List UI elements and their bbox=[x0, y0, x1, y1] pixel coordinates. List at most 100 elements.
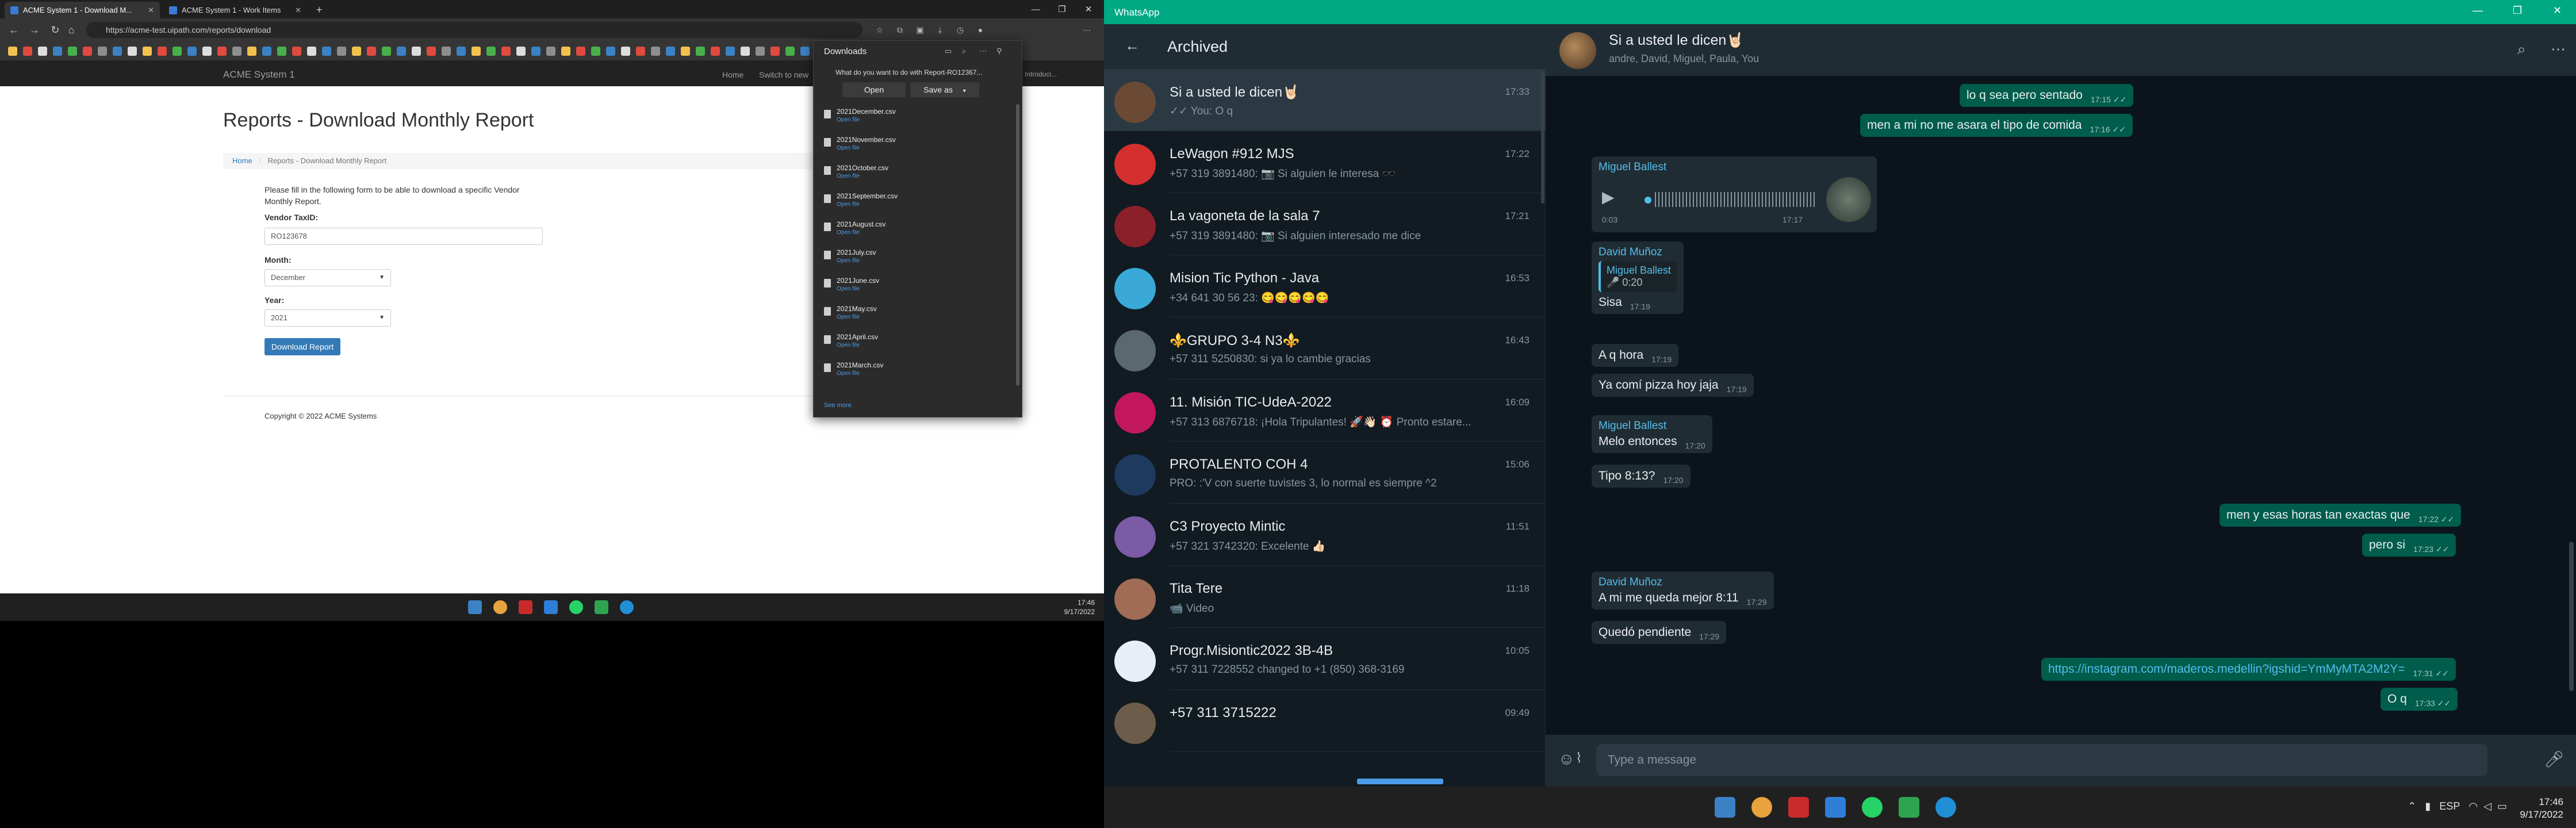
app-icon[interactable] bbox=[544, 600, 558, 614]
group-avatar[interactable] bbox=[1559, 32, 1596, 69]
bookmark-icon[interactable] bbox=[800, 47, 810, 56]
bookmark-icon[interactable] bbox=[8, 47, 17, 56]
close-tab-icon[interactable]: ✕ bbox=[148, 6, 154, 15]
search-icon[interactable]: ⌕ bbox=[2517, 40, 2526, 59]
bookmark-icon[interactable] bbox=[217, 47, 227, 56]
download-item[interactable]: 2021November.csv Open file bbox=[824, 133, 1008, 159]
acrobat-icon[interactable] bbox=[1788, 797, 1809, 818]
wifi-icon[interactable]: ◠ bbox=[2468, 800, 2478, 812]
bookmark-icon[interactable] bbox=[68, 47, 77, 56]
chat-list-item[interactable]: Progr.Misiontic2022 3B-4B 10:05 +57 311 72… bbox=[1104, 628, 1546, 690]
chat-list-item[interactable]: ⚜️GRUPO 3-4 N3⚜️ 16:43 +57 311 5250830: si… bbox=[1104, 317, 1546, 379]
download-item[interactable]: 2021December.csv Open file bbox=[824, 105, 1008, 131]
taskbar-clock[interactable]: 17:46 9/17/2022 bbox=[1064, 598, 1095, 616]
bookmark-icon[interactable] bbox=[322, 47, 331, 56]
chat-list-item[interactable]: Si a usted le dicen🤘🏻 17:33 ✓✓ You: O q bbox=[1104, 69, 1546, 131]
close-window-icon[interactable]: ✕ bbox=[1075, 0, 1102, 18]
download-item[interactable]: 2021April.csv Open file bbox=[824, 331, 1008, 356]
bookmark-icon[interactable] bbox=[307, 47, 316, 56]
bookmark-icon[interactable] bbox=[23, 47, 32, 56]
battery-status-icon[interactable]: ▭ bbox=[2497, 800, 2507, 812]
conversation-header[interactable]: Si a usted le dicen🤘🏻 andre, David, Migu… bbox=[1546, 24, 2576, 76]
voice-message[interactable]: Miguel Ballest ▶ 0:03 17:17 bbox=[1592, 156, 1877, 232]
bookmark-icon[interactable] bbox=[785, 47, 795, 56]
close-tab-icon[interactable]: ✕ bbox=[295, 6, 301, 15]
back-arrow-icon[interactable]: ← bbox=[1125, 37, 1140, 55]
start-icon[interactable] bbox=[1715, 797, 1735, 818]
download-item[interactable]: 2021October.csv Open file bbox=[824, 162, 1008, 187]
bookmark-icon[interactable] bbox=[471, 47, 481, 56]
message-outgoing[interactable]: pero si 17:23 ✓✓ bbox=[2362, 534, 2456, 557]
download-item[interactable]: 2021May.csv Open file bbox=[824, 302, 1008, 328]
search-icon[interactable]: ⌕ bbox=[962, 47, 966, 56]
start-icon[interactable] bbox=[468, 600, 482, 614]
message-outgoing[interactable]: O q 17:33 ✓✓ bbox=[2380, 688, 2458, 711]
bookmark-icon[interactable] bbox=[367, 47, 376, 56]
bookmark-icon[interactable] bbox=[666, 47, 675, 56]
close-window-icon[interactable]: ✕ bbox=[2553, 5, 2562, 17]
open-file-link[interactable]: Open file bbox=[837, 117, 860, 123]
open-file-link[interactable]: Open file bbox=[837, 258, 860, 264]
tab-work-items[interactable]: ACME System 1 - Work Items ✕ bbox=[163, 2, 307, 18]
system-tray[interactable]: ⌃ ▮ ESP ◠ ◁ ▭ bbox=[2408, 800, 2507, 812]
download-item[interactable]: 2021September.csv Open file bbox=[824, 190, 1008, 215]
message-outgoing[interactable]: https://instagram.com/maderos.medellin?i… bbox=[2041, 658, 2456, 681]
bookmark-icon[interactable] bbox=[38, 47, 47, 56]
open-file-link[interactable]: Open file bbox=[837, 342, 860, 348]
bookmark-icon[interactable] bbox=[128, 47, 137, 56]
message-outgoing[interactable]: men y esas horas tan exactas que 17:22 ✓✓ bbox=[2220, 504, 2462, 527]
play-icon[interactable]: ▶ bbox=[1602, 187, 1615, 206]
bookmark-icon[interactable] bbox=[681, 47, 690, 56]
bookmark-icon[interactable] bbox=[83, 47, 92, 56]
scrollbar[interactable] bbox=[2569, 542, 2574, 691]
bookmark-icon[interactable] bbox=[113, 47, 122, 56]
emoji-icon[interactable]: ☺ bbox=[1558, 750, 1575, 768]
bookmark-icon[interactable] bbox=[352, 47, 361, 56]
download-item[interactable]: 2021July.csv Open file bbox=[824, 246, 1008, 271]
volume-icon[interactable]: ◁ bbox=[2483, 800, 2491, 812]
bookmark-icon[interactable] bbox=[232, 47, 241, 56]
bookmark-icon[interactable] bbox=[262, 47, 271, 56]
refresh-icon[interactable]: ↻ bbox=[48, 23, 62, 37]
bookmark-icon[interactable] bbox=[546, 47, 555, 56]
bookmark-icon[interactable] bbox=[277, 47, 286, 56]
bookmark-icon[interactable] bbox=[561, 47, 570, 56]
bookmark-icon[interactable] bbox=[172, 47, 182, 56]
bookmark-icon[interactable] bbox=[531, 47, 540, 56]
bookmark-icon[interactable] bbox=[143, 47, 152, 56]
nav-introduction-link[interactable]: Introduci... bbox=[1025, 70, 1057, 78]
whatsapp-icon[interactable] bbox=[1862, 797, 1883, 818]
bookmark-icon[interactable] bbox=[591, 47, 600, 56]
bookmark-icon[interactable] bbox=[412, 47, 421, 56]
open-file-link[interactable]: Open file bbox=[837, 145, 860, 151]
save-as-button[interactable]: Save as ▾ bbox=[910, 82, 979, 97]
app-icon[interactable] bbox=[1825, 797, 1846, 818]
chevron-up-icon[interactable]: ⌃ bbox=[2408, 800, 2416, 812]
breadcrumb-home-link[interactable]: Home bbox=[232, 156, 252, 165]
month-select[interactable]: December ▼ bbox=[264, 269, 391, 286]
chat-list-item[interactable]: PROTALENTO COH 4 15:06 PRO: :'V con suerte… bbox=[1104, 442, 1546, 504]
profile-icon[interactable]: ● bbox=[975, 24, 986, 36]
bookmark-icon[interactable] bbox=[53, 47, 62, 56]
language-indicator[interactable]: ESP bbox=[2439, 800, 2460, 812]
collections-icon[interactable]: ▣ bbox=[914, 24, 926, 36]
vendor-taxid-input[interactable]: RO123678 bbox=[264, 228, 543, 245]
downloads-icon[interactable]: ⤓ bbox=[934, 24, 946, 36]
message-outgoing[interactable]: men a mi no me asara el tipo de comida 17… bbox=[1860, 114, 2133, 137]
open-file-link[interactable]: Open file bbox=[837, 286, 860, 292]
minimize-icon[interactable]: — bbox=[2472, 5, 2483, 17]
app-icon[interactable] bbox=[595, 600, 608, 614]
bookmark-icon[interactable] bbox=[187, 47, 197, 56]
chrome-icon[interactable] bbox=[493, 600, 507, 614]
message-incoming[interactable]: Miguel Ballest Melo entonces 17:20 bbox=[1592, 415, 1712, 453]
more-icon[interactable]: ⋯ bbox=[979, 47, 987, 56]
message-incoming[interactable]: A q hora 17:19 bbox=[1592, 344, 1679, 367]
see-more-link[interactable]: See more bbox=[824, 402, 852, 409]
playhead[interactable] bbox=[1644, 197, 1651, 204]
bookmark-icon[interactable] bbox=[651, 47, 660, 56]
bookmark-icon[interactable] bbox=[636, 47, 645, 56]
back-icon[interactable]: ← bbox=[7, 23, 21, 37]
battery-icon[interactable]: ▮ bbox=[2425, 800, 2431, 812]
bookmark-icon[interactable] bbox=[696, 47, 705, 56]
chat-list-item[interactable]: La vagoneta de la sala 7 17:21 +57 319 389… bbox=[1104, 193, 1546, 255]
